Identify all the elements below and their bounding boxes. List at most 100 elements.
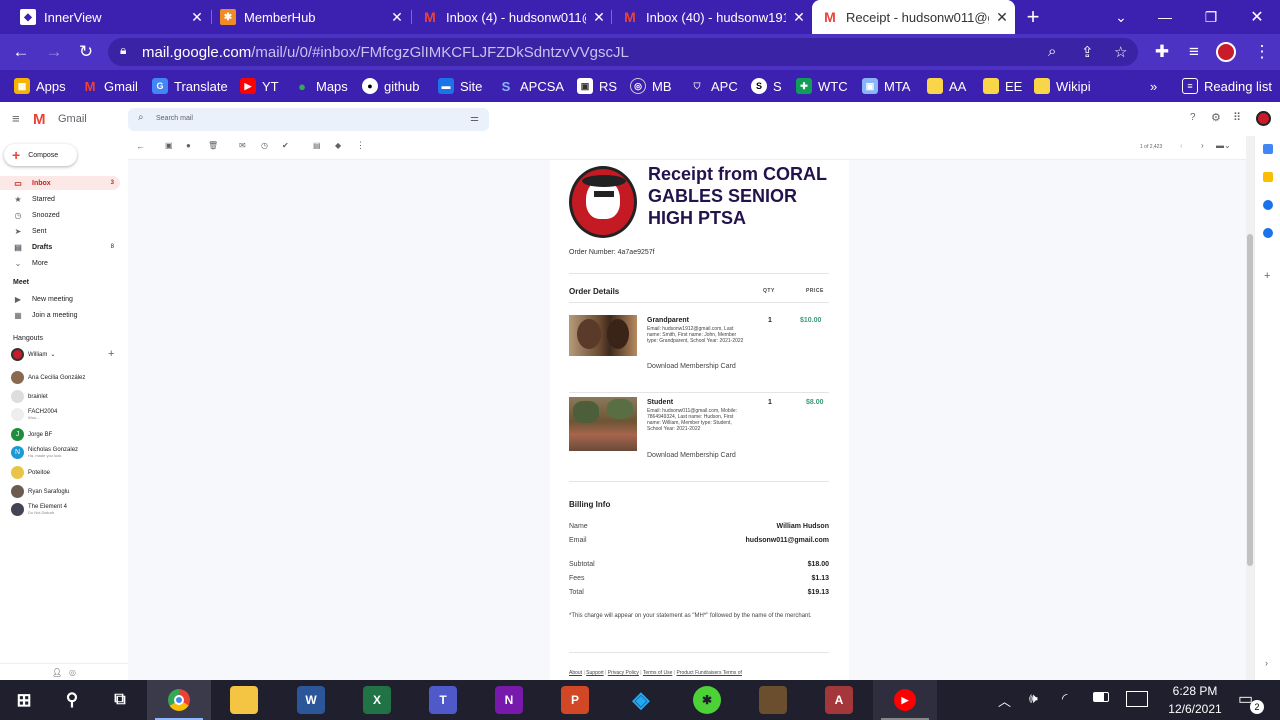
hangouts-contact[interactable]: Ana Cecilia González xyxy=(11,371,85,384)
vscode-icon[interactable]: ◈ xyxy=(627,686,655,714)
footer-link-support[interactable]: Support xyxy=(586,670,604,676)
bookmark-wtc[interactable]: ✚ WTC xyxy=(796,77,848,95)
extensions-icon[interactable]: ✚ xyxy=(1149,40,1175,64)
bookmark-gmail[interactable]: M Gmail xyxy=(82,77,138,95)
calendar-icon[interactable] xyxy=(1263,144,1273,154)
search-icon[interactable]: ⌕ xyxy=(138,112,144,123)
bookmark-aa[interactable]: AA xyxy=(927,77,966,95)
search-icon[interactable]: ⚲ xyxy=(58,686,86,714)
address-bar[interactable]: 🔒︎ mail.google.com/mail/u/0/#inbox/FMfcg… xyxy=(108,38,1138,66)
download-card-link[interactable]: Download Membership Card xyxy=(647,361,747,373)
menu-icon[interactable]: ⋮ xyxy=(1249,40,1275,64)
join-meeting-button[interactable]: ▦ Join a meeting xyxy=(0,308,120,322)
bookmark-maps[interactable]: ● Maps xyxy=(294,77,348,95)
task-view-icon[interactable]: ⧉ xyxy=(106,686,134,714)
label-icon[interactable]: ◆ xyxy=(335,141,341,150)
footer-link-fundraisers[interactable]: Product Fundraisers Terms of xyxy=(676,670,742,676)
sidebar-item-snoozed[interactable]: ◷ Snoozed xyxy=(0,208,120,222)
reading-list-button[interactable]: ≡ Reading list xyxy=(1182,77,1272,95)
archive-icon[interactable]: ▣ xyxy=(165,141,173,150)
newer-icon[interactable]: ‹ xyxy=(1180,141,1183,150)
compose-button[interactable]: + Compose xyxy=(4,144,77,166)
add-addon-icon[interactable]: + xyxy=(1264,270,1270,282)
download-card-link[interactable]: Download Membership Card xyxy=(647,450,747,462)
bookmark-wikipi[interactable]: Wikipi xyxy=(1034,77,1091,95)
chrome-icon[interactable] xyxy=(165,686,193,714)
wifi-icon[interactable]: ◜ xyxy=(1062,690,1067,707)
windows-start-icon[interactable]: ⊞ xyxy=(10,686,38,714)
mark-unread-icon[interactable]: ✉ xyxy=(239,141,246,150)
word-icon[interactable]: W xyxy=(297,686,325,714)
bookmarks-overflow-button[interactable]: » xyxy=(1150,77,1157,95)
sidebar-item-starred[interactable]: ★ Starred xyxy=(0,192,120,206)
minimize-button[interactable]: — xyxy=(1142,0,1188,34)
more-options-icon[interactable]: ⋮ xyxy=(356,140,365,151)
hangouts-contact[interactable]: N Nicholas Gonzalez Ha, made you look xyxy=(11,446,78,459)
bookmark-mb[interactable]: ◎ MB xyxy=(630,77,672,95)
bookmark-apc[interactable]: ⛉ APC xyxy=(689,77,738,95)
back-icon[interactable]: ← xyxy=(8,40,34,64)
reload-icon[interactable]: ↻ xyxy=(73,40,99,64)
report-spam-icon[interactable]: ● xyxy=(186,141,191,150)
scrollbar-thumb[interactable] xyxy=(1247,234,1253,566)
footer-link-privacy[interactable]: Privacy Policy xyxy=(608,670,639,676)
bookmark-mta[interactable]: ▣ MTA xyxy=(862,77,910,95)
tray-overflow-icon[interactable]: ︿ xyxy=(998,691,1011,710)
add-chat-icon[interactable]: + xyxy=(108,348,114,360)
tab-inbox-4[interactable]: M Inbox (4) - hudsonw011@ ✕ xyxy=(402,0,612,34)
powerpoint-icon[interactable]: P xyxy=(561,686,589,714)
hangouts-contact[interactable]: The Element 4 Do Not Disturb xyxy=(11,503,67,516)
close-tab-icon[interactable]: ✕ xyxy=(786,9,812,26)
settings-gear-icon[interactable]: ⚙ xyxy=(1211,111,1221,124)
zoom-search-icon[interactable]: ⌕ xyxy=(1048,43,1056,60)
tasks-icon[interactable] xyxy=(1263,200,1273,210)
new-meeting-button[interactable]: ▶ New meeting xyxy=(0,292,120,306)
sidebar-item-inbox[interactable]: ▭ Inbox 3 xyxy=(0,176,120,190)
bookmark-apcsa[interactable]: S APCSA xyxy=(498,77,564,95)
gmail-logo-icon[interactable]: M xyxy=(33,111,46,128)
forward-icon[interactable]: → xyxy=(41,40,67,64)
access-icon[interactable]: A xyxy=(825,686,853,714)
tab-receipt[interactable]: M Receipt - hudsonw011@g ✕ xyxy=(812,0,1015,34)
older-icon[interactable]: › xyxy=(1201,141,1204,150)
tab-memberhub[interactable]: ✱ MemberHub ✕ xyxy=(200,0,410,34)
bookmark-yt[interactable]: ▶ YT xyxy=(240,77,279,95)
add-task-icon[interactable]: ✔ xyxy=(282,141,289,150)
account-avatar[interactable] xyxy=(1256,111,1271,126)
onenote-icon[interactable]: N xyxy=(495,686,523,714)
move-to-icon[interactable]: ▤ xyxy=(313,141,321,150)
hangouts-contact[interactable]: brainlet xyxy=(11,390,48,403)
hangouts-contact[interactable]: Poteitoe xyxy=(11,466,50,479)
reading-queue-icon[interactable]: ≡ xyxy=(1181,40,1207,64)
tab-innerview[interactable]: ◆ InnerView ✕ xyxy=(0,0,210,34)
keyboard-icon[interactable] xyxy=(1126,691,1148,707)
app-green-icon[interactable]: ✱ xyxy=(693,686,721,714)
apps-grid-icon[interactable]: ⠿ xyxy=(1233,111,1241,124)
chat-tab-icon[interactable]: ◎ xyxy=(69,668,76,677)
snooze-icon[interactable]: ◷ xyxy=(261,141,268,150)
main-menu-icon[interactable]: ≡ xyxy=(12,111,20,126)
input-tools-icon[interactable]: ▬⌄ xyxy=(1216,141,1231,150)
youtube-music-icon[interactable]: ▶ xyxy=(891,686,919,714)
tab-search-icon[interactable]: ⌄ xyxy=(1098,0,1144,34)
back-to-inbox-icon[interactable]: ← xyxy=(136,141,145,151)
bookmark-s[interactable]: SS xyxy=(751,77,782,95)
battery-icon[interactable] xyxy=(1093,692,1109,702)
search-options-icon[interactable]: ⚌ xyxy=(470,113,479,124)
keep-icon[interactable] xyxy=(1263,172,1273,182)
page-scrollbar[interactable] xyxy=(1246,136,1254,680)
sidebar-item-sent[interactable]: ➤ Sent xyxy=(0,224,120,238)
bookmark-apps[interactable]: ▦ Apps xyxy=(14,77,66,95)
bookmark-github[interactable]: ● github xyxy=(362,77,419,95)
bookmark-translate[interactable]: G Translate xyxy=(152,77,228,95)
bookmark-site[interactable]: ▬ Site xyxy=(438,77,482,95)
volume-icon[interactable]: 🕪︎ xyxy=(1029,690,1038,707)
search-input[interactable]: ⌕ Search mail ⚌ xyxy=(128,108,489,131)
sidebar-item-drafts[interactable]: ▤ Drafts 8 xyxy=(0,240,120,254)
contacts-tab-icon[interactable]: 👤︎ xyxy=(52,668,62,677)
tab-inbox-40[interactable]: M Inbox (40) - hudsonw1912 ✕ xyxy=(602,0,812,34)
minecraft-icon[interactable] xyxy=(759,686,787,714)
lock-icon[interactable]: 🔒︎ xyxy=(120,43,126,58)
hangouts-contact[interactable]: Ryan Sarafoglu xyxy=(11,485,69,498)
clock-date[interactable]: 12/6/2021 xyxy=(1160,702,1230,716)
